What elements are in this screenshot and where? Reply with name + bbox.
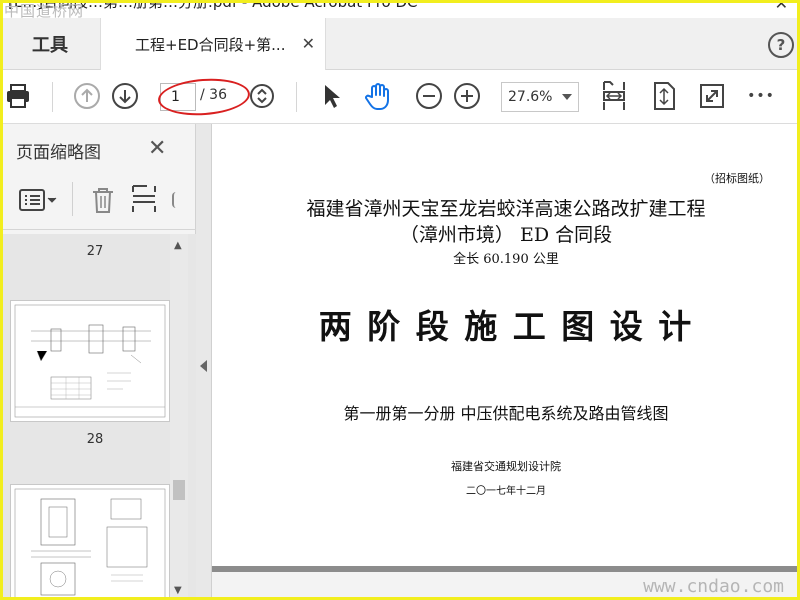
rotate-icon[interactable] [172,192,180,208]
thumbnail-page[interactable] [10,300,170,422]
main-toolbar: / 36 27.6% ••• [0,70,800,124]
panel-separator [72,182,73,216]
fit-page-icon[interactable] [650,80,678,112]
doc-main-title: 两 阶 段 施 工 图 设 计 [318,307,694,346]
window-titlebar: [L…]合同段…第…册第…分册.pdf - Adobe Acrobat Pro … [0,0,800,18]
print-icon[interactable] [4,80,32,112]
panel-toolbar [0,172,196,230]
thumbnail-page-label: 28 [86,432,104,447]
zoom-out-icon[interactable] [414,80,444,112]
tab-bar: 工具 工程+ED合同段+第... ✕ ? [0,18,800,70]
doc-project-line1: 福建省漳州天宝至龙岩蛟洋高速公路改扩建工程 [306,198,706,220]
scrollbar-thumb[interactable] [173,480,185,500]
toolbar-separator [296,82,297,112]
zoom-dropdown[interactable]: 27.6% [501,82,579,112]
insert-page-icon[interactable] [130,184,158,214]
hand-tool-icon[interactable] [362,80,394,112]
thumbnail-options-icon[interactable] [18,188,58,212]
site-watermark-bottom: www.cndao.com [643,576,784,597]
fit-width-icon[interactable] [600,80,628,112]
zoom-value: 27.6% [508,89,553,105]
doc-institute: 福建省交通规划设计院 [451,460,561,473]
more-tools-icon[interactable]: ••• [746,80,776,112]
toolbar-separator [52,82,53,112]
thumbnail-panel: 页面缩略图 ✕ 27 28 ▲ ▼ [0,124,196,600]
doc-project-line2: （漳州市境） ED 合同段 [399,224,613,246]
next-page-icon[interactable] [110,80,140,112]
tab-tools[interactable]: 工具 [0,18,100,70]
trash-icon[interactable] [90,186,116,214]
panel-collapse-handle[interactable] [196,124,212,600]
doc-date: 二〇一七年十二月 [466,486,546,497]
tab-document[interactable]: 工程+ED合同段+第... ✕ [100,18,326,70]
document-view[interactable]: （招标图纸） 福建省漳州天宝至龙岩蛟洋高速公路改扩建工程 （漳州市境） ED 合… [212,124,800,600]
chevron-down-icon [562,94,572,100]
tab-document-label: 工程+ED合同段+第... [135,35,286,54]
site-watermark-top: 中国道桥网 [4,2,85,20]
scroll-up-icon[interactable]: ▲ [174,240,182,251]
panel-close-icon[interactable]: ✕ [148,136,166,161]
chevron-left-icon [200,360,207,372]
thumbnail-page-label: 27 [86,244,104,259]
doc-volume: 第一册第一分册 中压供配电系统及路由管线图 [343,404,669,423]
tab-close-icon[interactable]: ✕ [302,34,315,53]
full-screen-icon[interactable] [698,80,726,112]
scroll-down-icon[interactable]: ▼ [174,585,182,596]
select-arrow-icon[interactable] [318,80,344,112]
doc-tag: （招标图纸） [704,172,770,185]
help-icon[interactable]: ? [768,32,794,58]
panel-title: 页面缩略图 [16,143,101,163]
previous-page-icon[interactable] [72,80,102,112]
window-close-icon[interactable]: ✕ [775,0,788,13]
page-stepper-icon[interactable] [248,80,276,112]
doc-length: 全长 60.190 公里 [453,252,559,267]
thumbnail-list[interactable]: 27 28 ▲ ▼ [0,234,196,600]
zoom-in-icon[interactable] [452,80,482,112]
thumbnail-scrollbar[interactable]: ▲ ▼ [170,234,188,600]
thumbnail-page[interactable] [10,484,170,600]
